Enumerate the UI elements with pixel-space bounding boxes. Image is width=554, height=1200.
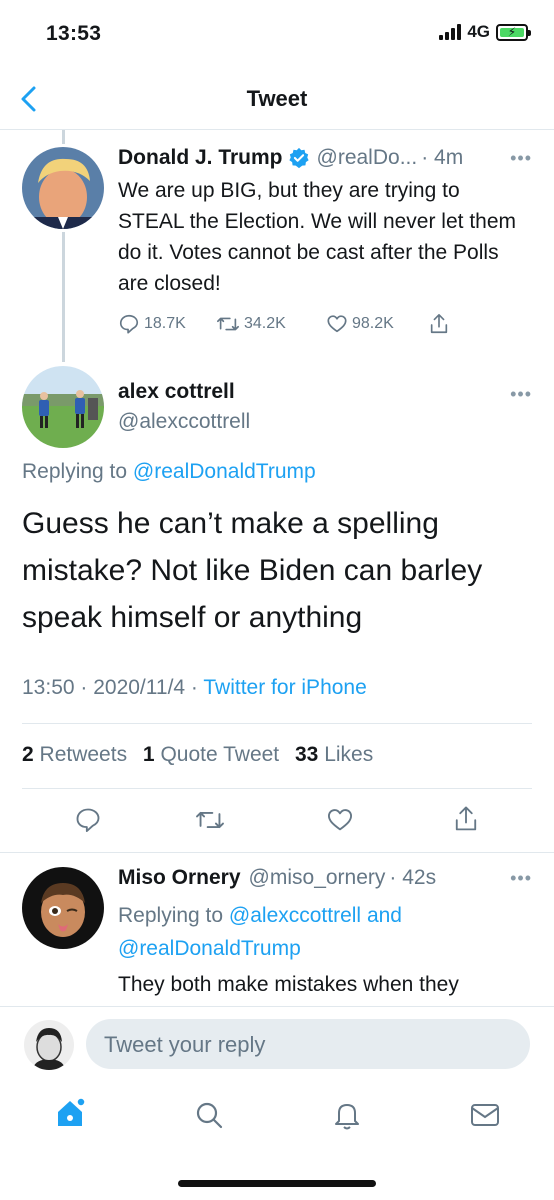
author-name[interactable]: Donald J. Trump — [118, 146, 283, 170]
divider — [22, 723, 532, 724]
tweet-text: They both make mistakes when they — [118, 973, 459, 996]
status-indicators: 4G ⚡ — [439, 22, 531, 42]
tweet-actions: 18.7K 34.2K 98.2K — [118, 312, 450, 336]
reply-count: 18.7K — [144, 315, 186, 332]
timestamp-text: 13:50 · 2020/11/4 · — [22, 676, 198, 699]
avatar[interactable] — [22, 366, 104, 448]
tweet-time: · 42s — [389, 866, 437, 889]
mail-icon[interactable] — [469, 1102, 501, 1128]
tweet-header: Donald J. Trump @realDo... · 4m — [118, 146, 534, 170]
retweets-stat[interactable]: 2 Retweets — [22, 743, 127, 766]
user-avatar[interactable] — [24, 1020, 74, 1070]
replying-to: Replying to @alexccottrell and @realDona… — [118, 899, 518, 965]
nav-divider — [0, 129, 554, 130]
author-name[interactable]: alex cottrell — [118, 380, 235, 404]
retweet-action[interactable]: 34.2K — [216, 313, 326, 335]
quote-stat[interactable]: 1 Quote Tweet — [143, 743, 279, 766]
tweet-time: · 4m — [421, 146, 464, 169]
more-options-button[interactable]: ••• — [510, 384, 532, 405]
likes-label: Likes — [324, 743, 374, 766]
author-name[interactable]: Miso Ornery — [118, 866, 241, 890]
author-handle[interactable]: @realDo... — [317, 146, 418, 170]
likes-count: 33 — [295, 743, 319, 766]
signal-icon — [439, 24, 462, 40]
avatar-image — [22, 147, 104, 229]
home-indicator — [178, 1180, 376, 1187]
tweet-text: Guess he can’t make a spelling mistake? … — [22, 507, 483, 634]
reply-icon — [119, 314, 139, 334]
avatar[interactable] — [22, 867, 104, 949]
share-icon[interactable] — [452, 804, 480, 834]
avatar[interactable] — [22, 147, 104, 229]
avatar-image — [22, 867, 104, 949]
verified-badge-icon — [288, 147, 309, 169]
battery-icon: ⚡ — [496, 23, 531, 41]
replying-prefix: Replying to — [22, 460, 128, 483]
replying-to-link[interactable]: @realDonaldTrump — [133, 460, 316, 483]
divider — [22, 788, 532, 789]
network-label: 4G — [467, 22, 490, 41]
main-tweet-actions — [0, 802, 554, 842]
tweet-header: Miso Ornery @miso_ornery · 42s — [118, 866, 514, 890]
heart-icon[interactable] — [325, 806, 355, 834]
author-handle[interactable]: @alexccottrell — [118, 410, 250, 434]
replying-to-link[interactable]: @alexccottrell — [229, 904, 361, 927]
status-time: 13:53 — [46, 22, 102, 45]
avatar-image — [22, 366, 104, 448]
tweet-stats: 2 Retweets 1 Quote Tweet 33 Likes — [22, 743, 373, 767]
replying-to: Replying to @realDonaldTrump — [22, 460, 316, 484]
reply-input[interactable]: Tweet your reply — [86, 1019, 530, 1069]
share-icon — [430, 314, 448, 334]
tweet-text: We are up BIG, but they are trying to ST… — [118, 179, 517, 295]
retweet-icon — [217, 317, 239, 331]
reply-icon[interactable] — [74, 806, 102, 834]
retweets-label: Retweets — [39, 743, 128, 766]
more-options-button[interactable]: ••• — [510, 868, 532, 889]
replying-and: and — [366, 904, 402, 927]
retweet-icon[interactable] — [194, 807, 226, 833]
reply-action[interactable]: 18.7K — [118, 313, 216, 335]
more-options-button[interactable]: ••• — [510, 148, 532, 169]
search-icon[interactable] — [194, 1100, 224, 1130]
heart-icon — [327, 315, 347, 333]
retweets-count: 2 — [22, 743, 34, 766]
source-link[interactable]: Twitter for iPhone — [203, 676, 366, 699]
quote-count: 1 — [142, 743, 155, 766]
retweet-count: 34.2K — [244, 315, 286, 332]
divider — [0, 852, 554, 853]
replying-to-link[interactable]: @realDonaldTrump — [118, 937, 301, 960]
thread-line — [62, 232, 65, 362]
page-title: Tweet — [246, 86, 308, 111]
home-icon[interactable] — [54, 1096, 88, 1130]
replying-prefix: Replying to — [118, 904, 224, 927]
tweet-timestamp: 13:50 · 2020/11/4 · Twitter for iPhone — [22, 676, 367, 700]
likes-stat[interactable]: 33 Likes — [295, 743, 373, 766]
thread-line — [62, 130, 65, 144]
share-action[interactable] — [428, 312, 450, 336]
author-handle[interactable]: @miso_ornery — [249, 866, 386, 890]
quote-label: Quote Tweet — [160, 743, 280, 766]
like-count: 98.2K — [352, 315, 394, 332]
bell-icon[interactable] — [332, 1099, 362, 1131]
like-action[interactable]: 98.2K — [326, 313, 428, 335]
tab-bar — [0, 1086, 554, 1146]
avatar-image — [24, 1020, 74, 1070]
